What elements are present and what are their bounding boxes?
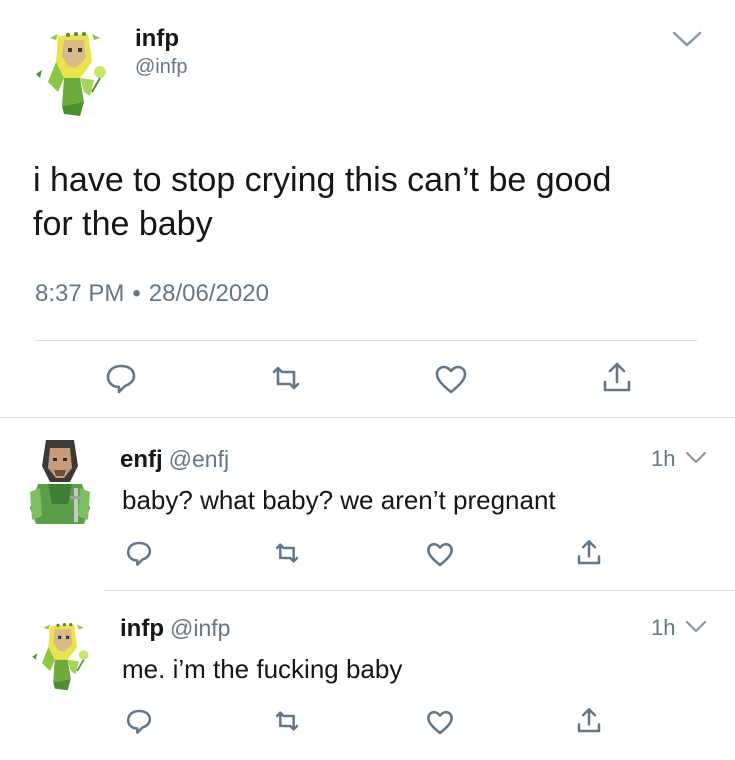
like-button[interactable] bbox=[425, 708, 455, 738]
infp-elf-avatar-icon bbox=[36, 32, 106, 116]
like-icon bbox=[435, 365, 467, 394]
share-button[interactable] bbox=[574, 706, 604, 736]
reply-button[interactable] bbox=[124, 538, 154, 568]
reply-icon bbox=[126, 709, 152, 734]
reply-age: 1h bbox=[651, 615, 676, 640]
avatar[interactable] bbox=[24, 436, 96, 526]
retweet-button[interactable] bbox=[272, 706, 302, 736]
reply-author-name: infp bbox=[120, 615, 164, 642]
share-icon bbox=[603, 362, 631, 392]
share-icon bbox=[577, 540, 601, 565]
like-button[interactable] bbox=[425, 540, 455, 570]
tweet-text: i have to stop crying this can’t be good… bbox=[33, 158, 713, 246]
reply-button[interactable] bbox=[124, 706, 154, 736]
tweet-timestamp[interactable]: 8:37 PM • 28/06/2020 bbox=[35, 278, 269, 310]
reply-text: baby? what baby? we aren’t pregnant bbox=[122, 485, 556, 515]
chevron-down-icon[interactable] bbox=[672, 30, 702, 48]
like-icon bbox=[427, 542, 453, 567]
tweet-time: 8:37 PM bbox=[35, 280, 125, 307]
like-icon bbox=[427, 710, 453, 735]
reply-author[interactable]: infp @infp bbox=[120, 614, 230, 643]
author-name[interactable]: infp bbox=[135, 25, 179, 53]
retweet-icon bbox=[275, 711, 299, 731]
divider bbox=[35, 340, 697, 341]
reply-author-name: enfj bbox=[120, 446, 163, 473]
retweet-button[interactable] bbox=[268, 360, 304, 396]
share-button[interactable] bbox=[599, 360, 635, 396]
divider bbox=[104, 590, 735, 591]
like-button[interactable] bbox=[433, 362, 469, 398]
tweet-text-line: i have to stop crying this can’t be good bbox=[33, 161, 612, 199]
chevron-down-icon[interactable] bbox=[685, 450, 707, 466]
avatar[interactable] bbox=[28, 22, 118, 117]
reply-button[interactable] bbox=[103, 360, 139, 396]
retweet-icon bbox=[272, 366, 300, 390]
reply-author-handle: @enfj bbox=[168, 446, 230, 472]
enfj-warrior-avatar-icon bbox=[30, 440, 90, 524]
divider bbox=[0, 417, 735, 418]
retweet-button[interactable] bbox=[272, 538, 302, 568]
tweet-text-line: for the baby bbox=[33, 205, 213, 243]
share-icon bbox=[577, 708, 601, 733]
reply-icon bbox=[126, 541, 152, 566]
retweet-icon bbox=[275, 543, 299, 563]
infp-elf-avatar-icon bbox=[32, 623, 89, 691]
reply-author-handle: @infp bbox=[169, 615, 231, 641]
chevron-down-icon[interactable] bbox=[685, 619, 707, 635]
reply-age: 1h bbox=[651, 446, 676, 471]
tweet-date: 28/06/2020 bbox=[148, 280, 269, 307]
reply-icon bbox=[106, 364, 136, 394]
meta-separator: • bbox=[132, 280, 141, 307]
avatar[interactable] bbox=[26, 608, 98, 698]
reply-author[interactable]: enfj @enfj bbox=[120, 445, 229, 474]
author-handle[interactable]: @infp bbox=[135, 55, 188, 79]
share-button[interactable] bbox=[574, 538, 604, 568]
reply-text: me. i’m the fucking baby bbox=[122, 654, 403, 684]
